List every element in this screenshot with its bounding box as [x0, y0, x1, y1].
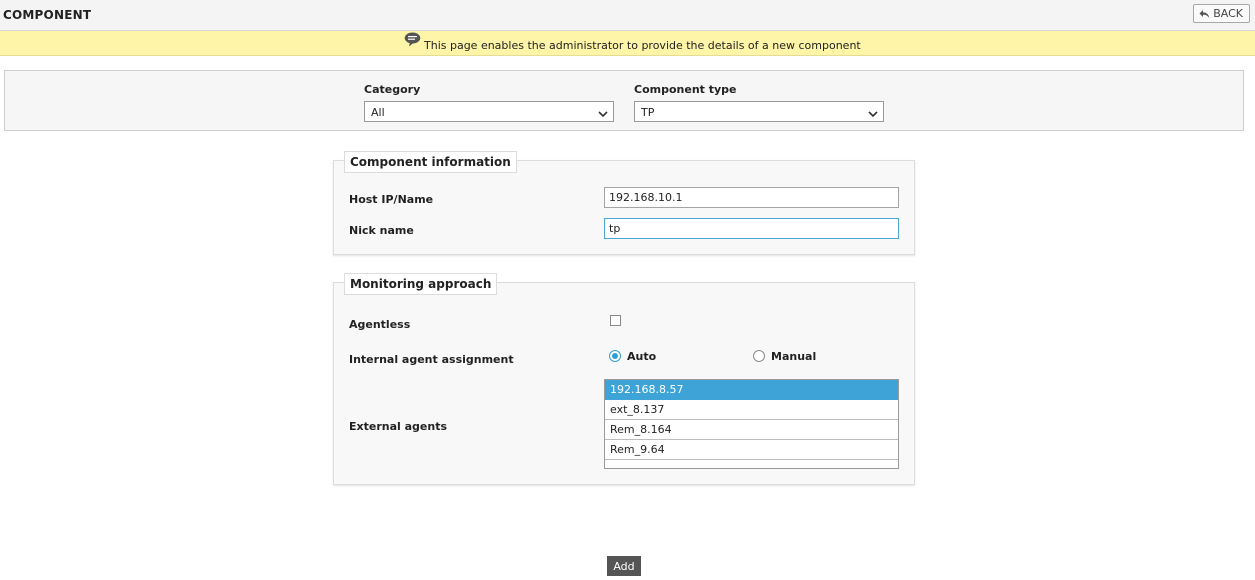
info-message: This page enables the administrator to p… — [424, 39, 861, 52]
list-item[interactable]: 192.168.8.57 — [605, 380, 898, 400]
chevron-down-icon — [868, 108, 878, 121]
component-type-label: Component type — [634, 83, 737, 96]
component-information-legend: Component information — [344, 151, 517, 173]
internal-agent-label: Internal agent assignment — [349, 353, 514, 366]
manual-radio-label[interactable]: Manual — [771, 350, 816, 363]
list-item[interactable]: Rem_8.164 — [605, 420, 898, 440]
category-select[interactable]: All — [364, 101, 614, 122]
nick-name-input[interactable]: tp — [604, 218, 899, 239]
back-label: BACK — [1213, 7, 1243, 20]
auto-radio-label[interactable]: Auto — [627, 350, 656, 363]
nick-name-label: Nick name — [349, 224, 414, 237]
agentless-label: Agentless — [349, 318, 411, 331]
speech-bubble-icon — [404, 32, 421, 50]
external-agents-listbox[interactable]: 192.168.8.57 ext_8.137 Rem_8.164 Rem_9.6… — [604, 379, 899, 469]
list-item[interactable]: Rem_9.64 — [605, 440, 898, 460]
external-agents-label: External agents — [349, 420, 448, 433]
manual-radio[interactable] — [753, 350, 765, 362]
filter-panel — [4, 70, 1244, 131]
page-header: COMPONENT BACK — [0, 0, 1255, 31]
list-item[interactable]: ext_8.137 — [605, 400, 898, 420]
host-label: Host IP/Name — [349, 193, 434, 206]
host-input[interactable]: 192.168.10.1 — [604, 187, 899, 208]
component-type-select[interactable]: TP — [634, 101, 884, 122]
component-type-value: TP — [641, 106, 655, 119]
auto-radio[interactable] — [609, 350, 621, 362]
chevron-down-icon — [598, 108, 608, 121]
add-button[interactable]: Add — [607, 556, 641, 576]
page-title: COMPONENT — [3, 8, 92, 22]
back-button[interactable]: BACK — [1193, 4, 1250, 23]
category-value: All — [371, 106, 385, 119]
info-bar: This page enables the administrator to p… — [0, 31, 1255, 56]
monitoring-approach-legend: Monitoring approach — [344, 273, 498, 295]
agentless-checkbox[interactable] — [610, 315, 621, 326]
back-arrow-icon — [1199, 9, 1210, 19]
category-label: Category — [364, 83, 421, 96]
